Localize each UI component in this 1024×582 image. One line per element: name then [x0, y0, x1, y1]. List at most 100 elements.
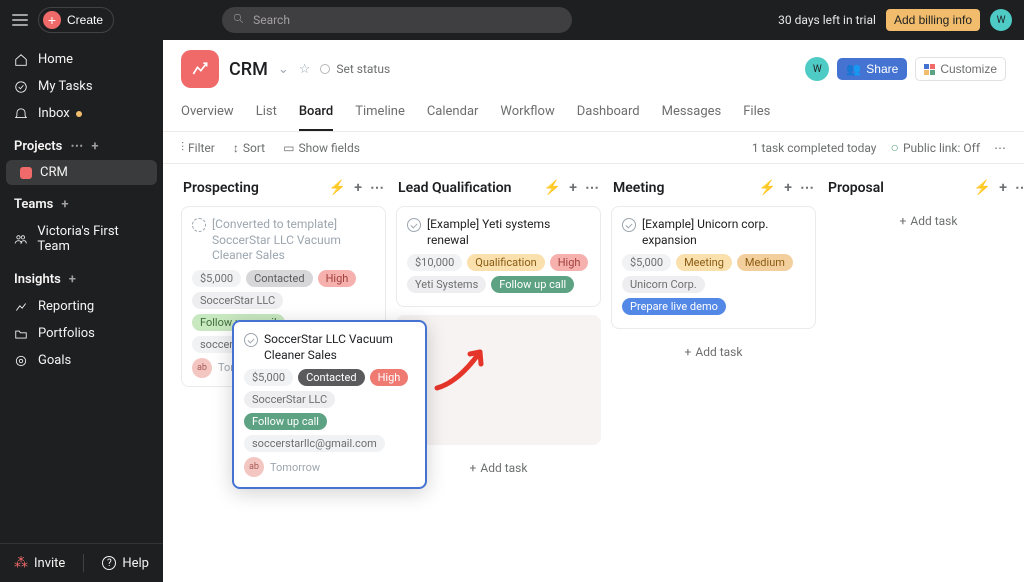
task-card[interactable]: [Example] Yeti systems renewal$10,000Qua… — [396, 206, 601, 307]
dragging-card[interactable]: SoccerStar LLC Vacuum Cleaner Sales $5,0… — [232, 320, 427, 489]
add-task-label: Add task — [695, 345, 742, 359]
automation-icon[interactable]: ⚡ — [329, 180, 346, 196]
add-card-icon[interactable]: + — [354, 180, 362, 196]
status-dot-icon: ○ — [890, 141, 898, 155]
section-projects[interactable]: Projects ⋯ + — [0, 127, 163, 160]
column-more-icon[interactable]: ⋯ — [585, 180, 599, 196]
complete-toggle-icon[interactable] — [407, 218, 421, 232]
chevron-down-icon[interactable]: ⌄ — [278, 62, 289, 77]
plus-icon[interactable]: + — [91, 139, 98, 154]
tab-files[interactable]: Files — [743, 104, 770, 131]
filter-button[interactable]: ⫶Filter — [181, 140, 215, 155]
section-insights[interactable]: Insights + — [0, 260, 163, 293]
help-button[interactable]: ? Help — [102, 556, 149, 571]
nav-label: Reporting — [38, 299, 94, 314]
project-color-icon — [20, 167, 32, 179]
complete-toggle-icon[interactable] — [622, 218, 636, 232]
share-label: Share — [866, 62, 898, 76]
column-title[interactable]: Prospecting — [183, 180, 259, 196]
customize-button[interactable]: Customize — [915, 57, 1006, 81]
tag: Meeting — [676, 254, 732, 271]
public-link-label: Public link: Off — [903, 141, 980, 155]
menu-icon[interactable] — [12, 14, 28, 26]
notification-dot-icon — [76, 111, 82, 117]
project-tabs: Overview List Board Timeline Calendar Workflo… — [163, 94, 1024, 132]
plus-icon: + — [43, 11, 61, 29]
nav-my-tasks[interactable]: My Tasks — [0, 73, 163, 100]
completion-status: 1 task completed today — [752, 141, 877, 155]
nav-inbox[interactable]: Inbox — [0, 100, 163, 127]
add-task-label: Add task — [480, 461, 527, 475]
share-button[interactable]: 👥 Share — [837, 58, 907, 80]
member-avatar[interactable]: W — [805, 57, 829, 81]
tab-board[interactable]: Board — [299, 104, 333, 131]
column-more-icon[interactable]: ⋯ — [370, 180, 384, 196]
tab-timeline[interactable]: Timeline — [355, 104, 405, 131]
nav-reporting[interactable]: Reporting — [0, 293, 163, 320]
more-icon[interactable]: ⋯ — [994, 141, 1006, 155]
column-title[interactable]: Proposal — [828, 180, 884, 196]
tag: Prepare live demo — [622, 298, 726, 315]
tab-workflow[interactable]: Workflow — [500, 104, 554, 131]
card-title: SoccerStar LLC Vacuum Cleaner Sales — [264, 332, 415, 363]
create-button[interactable]: + Create — [38, 7, 114, 33]
public-link-toggle[interactable]: ○ Public link: Off — [890, 141, 980, 155]
plus-icon[interactable]: + — [69, 272, 76, 287]
add-card-icon[interactable]: + — [999, 180, 1007, 196]
tag: Follow up call — [244, 413, 327, 430]
assignee-avatar[interactable]: ab — [244, 457, 264, 477]
complete-toggle-icon[interactable] — [192, 218, 206, 232]
tag: $5,000 — [622, 254, 671, 271]
column-title[interactable]: Lead Qualification — [398, 180, 512, 196]
plus-icon[interactable]: + — [61, 197, 68, 212]
column-more-icon[interactable]: ⋯ — [1015, 180, 1024, 196]
main: CRM ⌄ ☆ Set status W 👥 Share Customize — [163, 40, 1024, 582]
set-status-button[interactable]: Set status — [320, 62, 390, 76]
tag: SoccerStar LLC — [244, 391, 335, 408]
section-teams[interactable]: Teams + — [0, 185, 163, 218]
user-avatar[interactable]: W — [990, 9, 1012, 31]
tab-messages[interactable]: Messages — [662, 104, 722, 131]
status-circle-icon — [320, 64, 330, 74]
invite-button[interactable]: ⁂ Invite — [14, 555, 65, 571]
nav-goals[interactable]: Goals — [0, 347, 163, 374]
tab-dashboard[interactable]: Dashboard — [577, 104, 640, 131]
tab-overview[interactable]: Overview — [181, 104, 234, 131]
board-toolbar: ⫶Filter ↕Sort ▭Show fields 1 task comple… — [163, 132, 1024, 164]
divider — [83, 554, 84, 572]
star-icon[interactable]: ☆ — [299, 62, 311, 77]
sidebar-team-item[interactable]: Victoria's First Team — [0, 218, 163, 260]
tag: High — [370, 369, 409, 386]
automation-icon[interactable]: ⚡ — [974, 180, 991, 196]
automation-icon[interactable]: ⚡ — [544, 180, 561, 196]
add-card-icon[interactable]: + — [784, 180, 792, 196]
column-title[interactable]: Meeting — [613, 180, 664, 196]
tag: $5,000 — [244, 369, 293, 386]
search-placeholder: Search — [253, 13, 290, 27]
add-task-button[interactable]: +Add task — [826, 206, 1024, 236]
column: Meeting ⚡ + ⋯ [Example] Unicorn corp. expans… — [611, 178, 816, 568]
column-more-icon[interactable]: ⋯ — [800, 180, 814, 196]
add-task-button[interactable]: +Add task — [611, 337, 816, 367]
project-label: CRM — [40, 165, 68, 180]
arrow-annotation-icon — [432, 340, 492, 398]
nav-portfolios[interactable]: Portfolios — [0, 320, 163, 347]
tab-calendar[interactable]: Calendar — [427, 104, 479, 131]
search-input[interactable]: Search — [222, 7, 572, 33]
project-title: CRM — [229, 59, 268, 80]
tag: Follow up call — [491, 276, 574, 293]
sidebar-project-crm[interactable]: CRM — [6, 160, 157, 185]
show-fields-button[interactable]: ▭Show fields — [283, 141, 360, 155]
complete-toggle-icon[interactable] — [244, 333, 258, 347]
more-icon[interactable]: ⋯ — [70, 139, 83, 154]
people-icon: 👥 — [846, 62, 861, 76]
add-billing-button[interactable]: Add billing info — [886, 9, 980, 31]
tab-list[interactable]: List — [256, 104, 277, 131]
nav-home[interactable]: Home — [0, 46, 163, 73]
tag: High — [318, 270, 357, 287]
assignee-avatar[interactable]: ab — [192, 358, 212, 378]
task-card[interactable]: [Example] Unicorn corp. expansion$5,000M… — [611, 206, 816, 329]
sort-button[interactable]: ↕Sort — [233, 141, 265, 155]
add-card-icon[interactable]: + — [569, 180, 577, 196]
automation-icon[interactable]: ⚡ — [759, 180, 776, 196]
